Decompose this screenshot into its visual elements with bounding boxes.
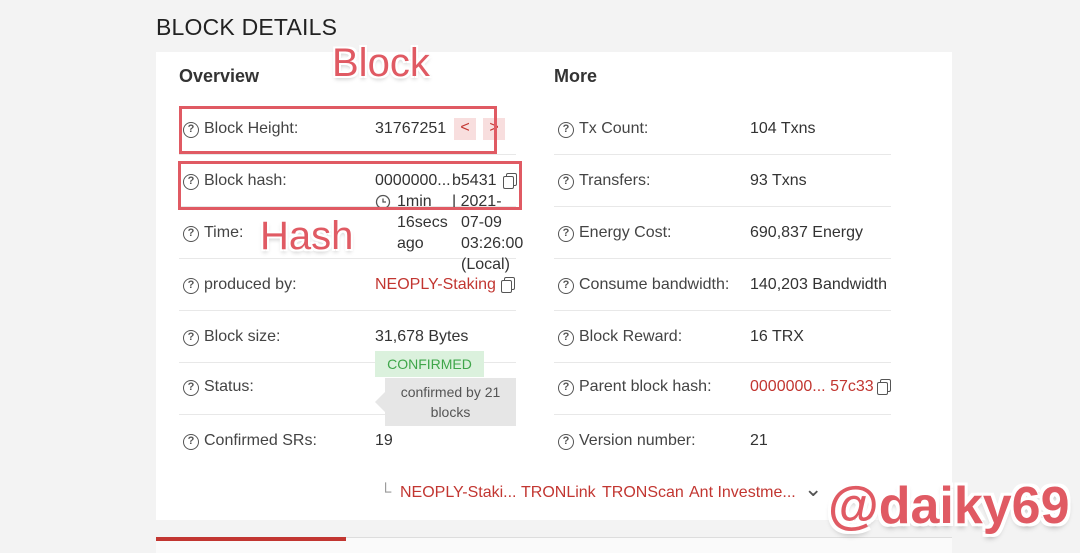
chevron-down-icon[interactable]: ⌄: [804, 476, 822, 502]
help-icon[interactable]: ?: [558, 330, 574, 346]
highlight-box-hash: [178, 161, 522, 210]
time-label: Time:: [204, 224, 244, 241]
parent-hash-link[interactable]: 0000000... 57c33: [750, 378, 874, 396]
time-relative-2: 16secs: [397, 214, 448, 231]
row-tx-count: ? Tx Count: 104 Txns: [554, 103, 891, 155]
block-reward-label: Block Reward:: [579, 328, 683, 345]
copy-icon[interactable]: [877, 379, 891, 395]
row-produced-by: ? produced by: NEOPLY-Staking: [179, 259, 516, 311]
block-size-value: 31,678 Bytes: [375, 328, 469, 345]
version-value: 21: [750, 432, 768, 449]
consume-bandwidth-value: 140,203 Bandwidth: [750, 276, 887, 293]
help-icon[interactable]: ?: [558, 122, 574, 138]
active-tab-indicator[interactable]: [156, 537, 346, 541]
confirmed-srs-value: 19: [375, 432, 393, 449]
row-confirmed-srs: ? Confirmed SRs: 19: [179, 415, 516, 467]
help-icon[interactable]: ?: [183, 330, 199, 346]
annotation-block: Block: [332, 41, 430, 85]
help-icon[interactable]: ?: [558, 434, 574, 450]
row-consume-bandwidth: ? Consume bandwidth: 140,203 Bandwidth: [554, 259, 891, 311]
help-icon[interactable]: ?: [183, 226, 199, 242]
help-icon[interactable]: ?: [558, 226, 574, 242]
energy-cost-label: Energy Cost:: [579, 224, 672, 241]
overview-title: Overview: [179, 66, 260, 86]
more-title: More: [554, 66, 598, 86]
status-badge: CONFIRMED: [375, 351, 484, 377]
tx-count-value: 104 Txns: [750, 120, 816, 137]
tree-corner-icon: └: [380, 484, 392, 501]
page-title: BLOCK DETAILS: [156, 14, 338, 40]
parent-hash-label: Parent block hash:: [579, 378, 712, 395]
help-icon[interactable]: ?: [558, 174, 574, 190]
block-reward-value: 16 TRX: [750, 328, 804, 345]
help-icon[interactable]: ?: [183, 380, 199, 396]
energy-cost-value: 690,837 Energy: [750, 224, 863, 241]
tooltip-line-1: confirmed by 21: [400, 384, 501, 400]
produced-by-label: produced by:: [204, 276, 297, 293]
row-block-reward: ? Block Reward: 16 TRX: [554, 311, 891, 363]
block-size-label: Block size:: [204, 328, 281, 345]
help-icon[interactable]: ?: [558, 278, 574, 294]
tx-count-label: Tx Count:: [579, 120, 649, 137]
time-absolute-2: 07-09: [461, 214, 502, 231]
help-icon[interactable]: ?: [183, 278, 199, 294]
highlight-box-block: [179, 106, 497, 154]
time-relative-3: ago: [397, 235, 424, 252]
help-icon[interactable]: ?: [183, 434, 199, 450]
row-parent-hash: ? Parent block hash: 0000000... 57c33: [554, 363, 891, 415]
status-label: Status:: [204, 378, 254, 395]
confirmed-srs-label: Confirmed SRs:: [204, 432, 317, 449]
time-absolute-3: 03:26:00: [461, 235, 524, 252]
transfers-value: 93 Txns: [750, 172, 807, 189]
row-transfers: ? Transfers: 93 Txns: [554, 155, 891, 207]
copy-icon[interactable]: [501, 277, 515, 293]
watermark-text: @daiky69: [828, 477, 1070, 535]
annotation-hash: Hash: [260, 214, 354, 258]
version-label: Version number:: [579, 432, 696, 449]
row-energy-cost: ? Energy Cost: 690,837 Energy: [554, 207, 891, 259]
sr-link[interactable]: TRONLink: [521, 484, 596, 502]
sr-link[interactable]: TRONScan: [602, 484, 684, 502]
help-icon[interactable]: ?: [558, 380, 574, 396]
producer-link[interactable]: NEOPLY-Staking: [375, 276, 496, 294]
transfers-label: Transfers:: [579, 172, 651, 189]
sr-link[interactable]: NEOPLY-Staki...: [400, 484, 517, 502]
row-version: ? Version number: 21: [554, 415, 891, 467]
consume-bandwidth-label: Consume bandwidth:: [579, 276, 730, 293]
sr-link[interactable]: Ant Investme...: [689, 484, 796, 502]
